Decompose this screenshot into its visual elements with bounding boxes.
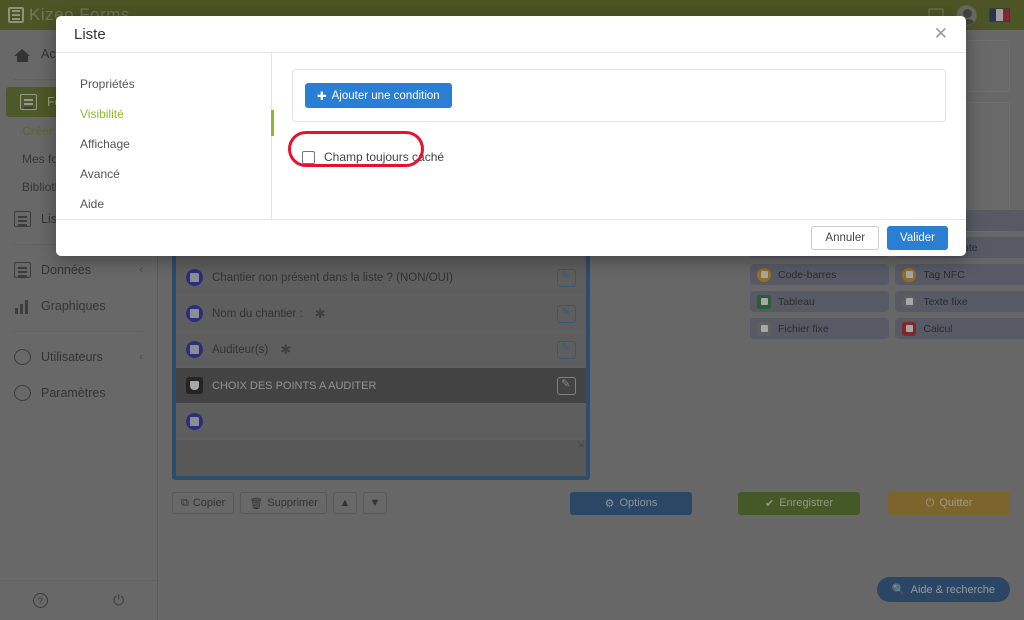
close-icon[interactable]: ✕ bbox=[934, 24, 948, 44]
modal-nav-label: Visibilité bbox=[80, 107, 124, 121]
add-condition-label: Ajouter une condition bbox=[331, 89, 440, 102]
modal-header: Liste ✕ bbox=[56, 16, 966, 53]
modal-title: Liste bbox=[74, 25, 106, 43]
modal-nav-affichage[interactable]: Affichage bbox=[56, 129, 271, 159]
nav-active-indicator bbox=[271, 110, 274, 136]
add-condition-button[interactable]: ✚ Ajouter une condition bbox=[305, 83, 452, 108]
plus-icon: ✚ bbox=[317, 90, 327, 103]
modal-nav-avance[interactable]: Avancé bbox=[56, 159, 271, 189]
modal-nav-label: Propriétés bbox=[80, 77, 135, 91]
cancel-button[interactable]: Annuler bbox=[811, 226, 880, 250]
modal-nav-aide[interactable]: Aide bbox=[56, 189, 271, 219]
modal-nav-proprietes[interactable]: Propriétés bbox=[56, 69, 271, 99]
modal-nav-label: Aide bbox=[80, 197, 105, 211]
modal-nav-visibilite[interactable]: Visibilité bbox=[56, 99, 271, 129]
cancel-label: Annuler bbox=[825, 232, 866, 244]
modal-nav-label: Affichage bbox=[80, 137, 130, 151]
validate-button[interactable]: Valider bbox=[887, 226, 948, 250]
conditions-box: ✚ Ajouter une condition bbox=[292, 69, 946, 122]
liste-settings-modal: Liste ✕ Propriétés Visibilité Affichage … bbox=[56, 16, 966, 256]
validate-label: Valider bbox=[900, 232, 935, 244]
app-root: Kizeo Forms Accueil Formulaires Créer un… bbox=[0, 0, 1024, 620]
modal-nav-label: Avancé bbox=[80, 167, 120, 181]
modal-footer: Annuler Valider bbox=[56, 219, 966, 256]
modal-body: Propriétés Visibilité Affichage Avancé A… bbox=[56, 53, 966, 219]
annotation-highlight-ring bbox=[288, 131, 424, 167]
modal-nav: Propriétés Visibilité Affichage Avancé A… bbox=[56, 53, 272, 219]
